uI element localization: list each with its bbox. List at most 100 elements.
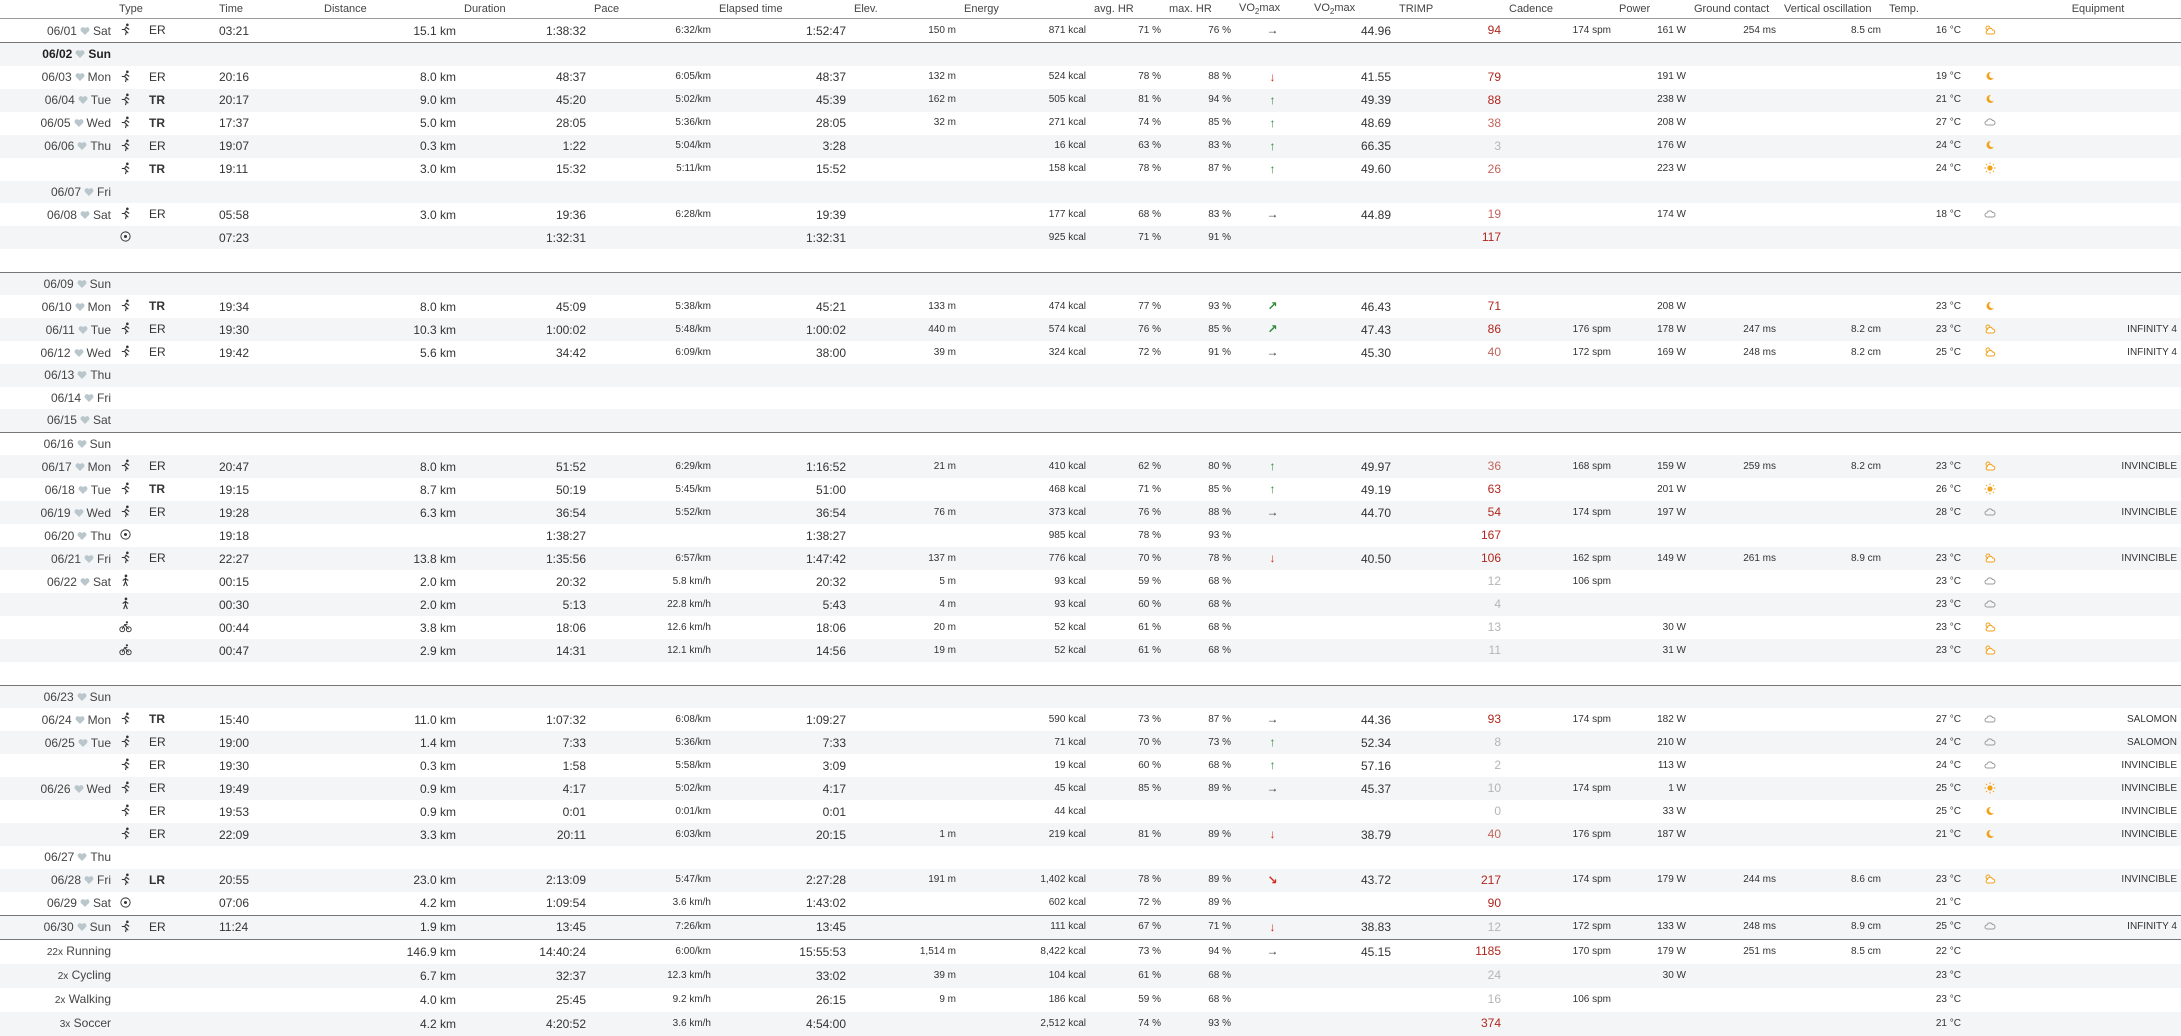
date-cell[interactable] xyxy=(0,249,115,272)
table-row[interactable]: 06/22 Sat 00:15 2.0 km 20:32 5.8 km/h 20:32 5 m… xyxy=(0,570,2181,593)
date-cell[interactable] xyxy=(0,662,115,685)
col-equipment[interactable]: Equipment xyxy=(2015,0,2181,19)
col-vo2-trend[interactable]: VO2max xyxy=(1235,0,1310,19)
table-row[interactable]: 06/04 Tue TR 20:17 9.0 km 45:20 5:02/km 45:39 16… xyxy=(0,88,2181,112)
equipment-cell[interactable] xyxy=(2015,18,2181,43)
equipment-cell[interactable] xyxy=(2015,846,2181,869)
equipment-cell[interactable] xyxy=(2015,249,2181,272)
date-cell[interactable]: 06/22 Sat xyxy=(0,570,115,593)
equipment-cell[interactable]: INVINCIBLE xyxy=(2015,501,2181,524)
date-cell[interactable]: 06/15 Sat xyxy=(0,409,115,432)
date-cell[interactable] xyxy=(0,226,115,249)
table-row[interactable]: ER 22:09 3.3 km 20:11 6:03/km 20:15 1 m 219 kca… xyxy=(0,823,2181,846)
equipment-cell[interactable] xyxy=(2015,891,2181,915)
equipment-cell[interactable] xyxy=(2015,157,2181,181)
table-row[interactable]: 06/25 Tue ER 19:00 1.4 km 7:33 5:36/km 7:33 71 k… xyxy=(0,731,2181,754)
equipment-cell[interactable] xyxy=(2015,364,2181,387)
date-cell[interactable]: 06/28 Fri xyxy=(0,868,115,892)
col-type[interactable]: Type xyxy=(115,0,215,19)
equipment-cell[interactable]: INVINCIBLE xyxy=(2015,868,2181,892)
equipment-cell[interactable] xyxy=(2015,386,2181,409)
date-cell[interactable]: 06/24 Mon xyxy=(0,708,115,731)
date-cell[interactable] xyxy=(0,800,115,823)
table-row[interactable]: 06/17 Mon ER 20:47 8.0 km 51:52 6:29/km 1:16:52… xyxy=(0,455,2181,478)
date-cell[interactable]: 06/02 Sun xyxy=(0,42,115,66)
col-elevation[interactable]: Elev. xyxy=(850,0,960,19)
table-row[interactable]: 06/02 Sun xyxy=(0,42,2181,66)
equipment-cell[interactable] xyxy=(2015,295,2181,318)
date-cell[interactable]: 06/10 Mon xyxy=(0,295,115,318)
date-cell[interactable]: 06/30 Sun xyxy=(0,914,115,939)
date-cell[interactable]: 06/06 Thu xyxy=(0,134,115,158)
equipment-cell[interactable]: INVINCIBLE xyxy=(2015,823,2181,846)
date-cell[interactable]: 06/17 Mon xyxy=(0,455,115,478)
equipment-cell[interactable] xyxy=(2015,684,2181,708)
equipment-cell[interactable] xyxy=(2015,65,2181,89)
col-avg-hr[interactable]: avg. HR xyxy=(1090,0,1165,19)
col-temp[interactable]: Temp. xyxy=(1885,0,1965,19)
date-cell[interactable] xyxy=(0,616,115,639)
col-vertical-oscillation[interactable]: Vertical oscillation xyxy=(1780,0,1885,19)
date-cell[interactable]: 06/07 Fri xyxy=(0,180,115,203)
equipment-cell[interactable] xyxy=(2015,570,2181,593)
equipment-cell[interactable] xyxy=(2015,639,2181,662)
equipment-cell[interactable]: INVINCIBLE xyxy=(2015,455,2181,478)
table-row[interactable]: 06/19 Wed ER 19:28 6.3 km 36:54 5:52/km 36:54 76… xyxy=(0,501,2181,524)
col-date[interactable] xyxy=(0,0,115,19)
equipment-cell[interactable] xyxy=(2015,616,2181,639)
table-row[interactable]: 00:44 3.8 km 18:06 12.6 km/h 18:06 20 m 52 kca… xyxy=(0,616,2181,639)
col-max-hr[interactable]: max. HR xyxy=(1165,0,1235,19)
equipment-cell[interactable] xyxy=(2015,271,2181,295)
table-row[interactable]: 06/24 Mon TR 15:40 11.0 km 1:07:32 6:08/km 1:09… xyxy=(0,708,2181,731)
table-row[interactable]: 06/26 Wed ER 19:49 0.9 km 4:17 5:02/km 4:17 45 k… xyxy=(0,777,2181,800)
equipment-cell[interactable]: INVINCIBLE xyxy=(2015,754,2181,777)
table-row[interactable]: 06/09 Sun xyxy=(0,271,2181,295)
equipment-cell[interactable] xyxy=(2015,662,2181,685)
date-cell[interactable]: 06/20 Thu xyxy=(0,524,115,547)
table-row[interactable]: 06/05 Wed TR 17:37 5.0 km 28:05 5:36/km 28:05 32… xyxy=(0,111,2181,135)
table-row[interactable]: 06/29 Sat 07:06 4.2 km 1:09:54 3.6 km/h 1:43:0… xyxy=(0,891,2181,915)
equipment-cell[interactable]: INVINCIBLE xyxy=(2015,800,2181,823)
table-row[interactable]: 06/01 Sat ER 03:21 15.1 km 1:38:32 6:32/km 1:52… xyxy=(0,18,2181,43)
date-cell[interactable]: 06/23 Sun xyxy=(0,684,115,708)
equipment-cell[interactable] xyxy=(2015,42,2181,66)
equipment-cell[interactable] xyxy=(2015,111,2181,135)
equipment-cell[interactable] xyxy=(2015,431,2181,455)
date-cell[interactable]: 06/03 Mon xyxy=(0,65,115,89)
date-cell[interactable]: 06/01 Sat xyxy=(0,18,115,43)
table-row[interactable]: 06/18 Tue TR 19:15 8.7 km 50:19 5:45/km 51:00 46… xyxy=(0,478,2181,501)
equipment-cell[interactable] xyxy=(2015,88,2181,112)
table-row[interactable]: 06/30 Sun ER 11:24 1.9 km 13:45 7:26/km 13:45 11… xyxy=(0,914,2181,939)
col-elapsed[interactable]: Elapsed time xyxy=(715,0,850,19)
col-vo2max[interactable]: VO2max xyxy=(1310,0,1395,19)
table-row[interactable]: 07:23 1:32:31 1:32:31 925 kcal 71 % 91 % 117 xyxy=(0,226,2181,249)
equipment-cell[interactable] xyxy=(2015,226,2181,249)
equipment-cell[interactable]: INFINITY 4 xyxy=(2015,341,2181,364)
col-trimp[interactable]: TRIMP xyxy=(1395,0,1505,19)
table-row[interactable]: 06/27 Thu xyxy=(0,846,2181,869)
equipment-cell[interactable] xyxy=(2015,593,2181,616)
table-row[interactable]: 06/03 Mon ER 20:16 8.0 km 48:37 6:05/km 48:37 13… xyxy=(0,65,2181,89)
equipment-cell[interactable]: INFINITY 4 xyxy=(2015,318,2181,341)
table-row[interactable] xyxy=(0,662,2181,685)
equipment-cell[interactable]: INVINCIBLE xyxy=(2015,547,2181,570)
col-pace[interactable]: Pace xyxy=(590,0,715,19)
table-row[interactable]: 06/10 Mon TR 19:34 8.0 km 45:09 5:38/km 45:21 13… xyxy=(0,295,2181,318)
col-time[interactable]: Time xyxy=(215,0,320,19)
equipment-cell[interactable] xyxy=(2015,180,2181,203)
date-cell[interactable]: 06/21 Fri xyxy=(0,547,115,570)
date-cell[interactable]: 06/14 Fri xyxy=(0,386,115,409)
table-row[interactable]: 06/08 Sat ER 05:58 3.0 km 19:36 6:28/km 19:39 17… xyxy=(0,203,2181,226)
date-cell[interactable]: 06/27 Thu xyxy=(0,846,115,869)
table-row[interactable]: ER 19:30 0.3 km 1:58 5:58/km 3:09 19 kcal 60 % 6… xyxy=(0,754,2181,777)
equipment-cell[interactable] xyxy=(2015,409,2181,432)
date-cell[interactable]: 06/11 Tue xyxy=(0,318,115,341)
col-cadence[interactable]: Cadence xyxy=(1505,0,1615,19)
date-cell[interactable] xyxy=(0,823,115,846)
date-cell[interactable]: 06/13 Thu xyxy=(0,364,115,387)
date-cell[interactable] xyxy=(0,157,115,181)
equipment-cell[interactable]: INVINCIBLE xyxy=(2015,777,2181,800)
table-row[interactable]: 06/13 Thu xyxy=(0,364,2181,387)
equipment-cell[interactable] xyxy=(2015,478,2181,501)
date-cell[interactable] xyxy=(0,754,115,777)
